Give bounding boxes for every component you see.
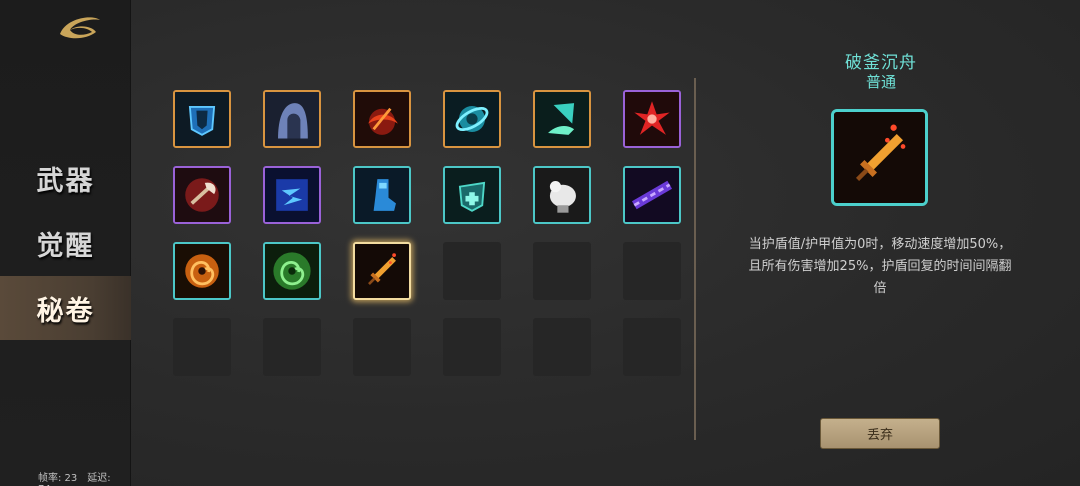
slot-empty: [443, 318, 501, 376]
slot-empty: [533, 318, 591, 376]
slot-blue-lightning[interactable]: [263, 166, 321, 224]
slot-empty: [533, 242, 591, 300]
perf-readout: 帧率: 23延迟: 74: [38, 469, 130, 486]
nav-tab-weapon[interactable]: 武器: [0, 146, 131, 210]
slot-hooded-figure[interactable]: [263, 90, 321, 148]
detail-flaming-sword-icon: [831, 109, 928, 206]
scroll-grid: [173, 90, 681, 376]
blood-axe-icon: [175, 168, 229, 222]
slot-cyan-arrow[interactable]: [533, 90, 591, 148]
purple-chain-icon: [625, 168, 679, 222]
slot-flaming-sword[interactable]: [353, 242, 411, 300]
white-chicken-icon: [535, 168, 589, 222]
slot-blood-axe[interactable]: [173, 166, 231, 224]
shield-armor-icon: [175, 92, 229, 146]
sidebar: 武器 觉醒 秘卷 帧率: 23延迟: 74: [0, 0, 131, 486]
orbit-ring-icon: [445, 92, 499, 146]
blue-lightning-icon: [265, 168, 319, 222]
flaming-sword-icon: [355, 244, 409, 298]
nav-tab-awaken[interactable]: 觉醒: [0, 211, 131, 275]
slot-empty: [173, 318, 231, 376]
slot-empty: [443, 242, 501, 300]
detail-rarity: 普通: [865, 73, 896, 91]
orange-vortex-icon: [175, 244, 229, 298]
blue-boot-icon: [355, 168, 409, 222]
slot-empty: [263, 318, 321, 376]
hooded-figure-icon: [265, 92, 319, 146]
panel-divider: [694, 78, 696, 440]
nav-tab-scroll[interactable]: 秘卷: [0, 276, 131, 340]
healing-shield-icon: [445, 168, 499, 222]
detail-title: 破釜沉舟: [845, 53, 917, 73]
game-logo-icon: [56, 10, 104, 44]
slot-red-burst[interactable]: [623, 90, 681, 148]
slot-orbit-ring[interactable]: [443, 90, 501, 148]
fps-text: 帧率: 23: [38, 473, 78, 484]
slot-green-vortex[interactable]: [263, 242, 321, 300]
cyan-arrow-icon: [535, 92, 589, 146]
main-panel: 破釜沉舟 普通 当护盾值/护甲值为0时，移动速度增加50%，且所有伤害增加25%…: [131, 0, 1080, 486]
green-vortex-icon: [265, 244, 319, 298]
slot-empty: [623, 242, 681, 300]
slot-healing-shield[interactable]: [443, 166, 501, 224]
red-burst-icon: [625, 92, 679, 146]
slot-shield-armor[interactable]: [173, 90, 231, 148]
slot-fire-claw[interactable]: [353, 90, 411, 148]
slot-empty: [353, 318, 411, 376]
discard-button[interactable]: 丢弃: [820, 418, 940, 449]
slot-orange-vortex[interactable]: [173, 242, 231, 300]
slot-purple-chain[interactable]: [623, 166, 681, 224]
slot-blue-boot[interactable]: [353, 166, 411, 224]
detail-description: 当护盾值/护甲值为0时，移动速度增加50%，且所有伤害增加25%，护盾回复的时间…: [748, 237, 1012, 296]
slot-white-chicken[interactable]: [533, 166, 591, 224]
slot-empty: [623, 318, 681, 376]
fire-claw-icon: [355, 92, 409, 146]
